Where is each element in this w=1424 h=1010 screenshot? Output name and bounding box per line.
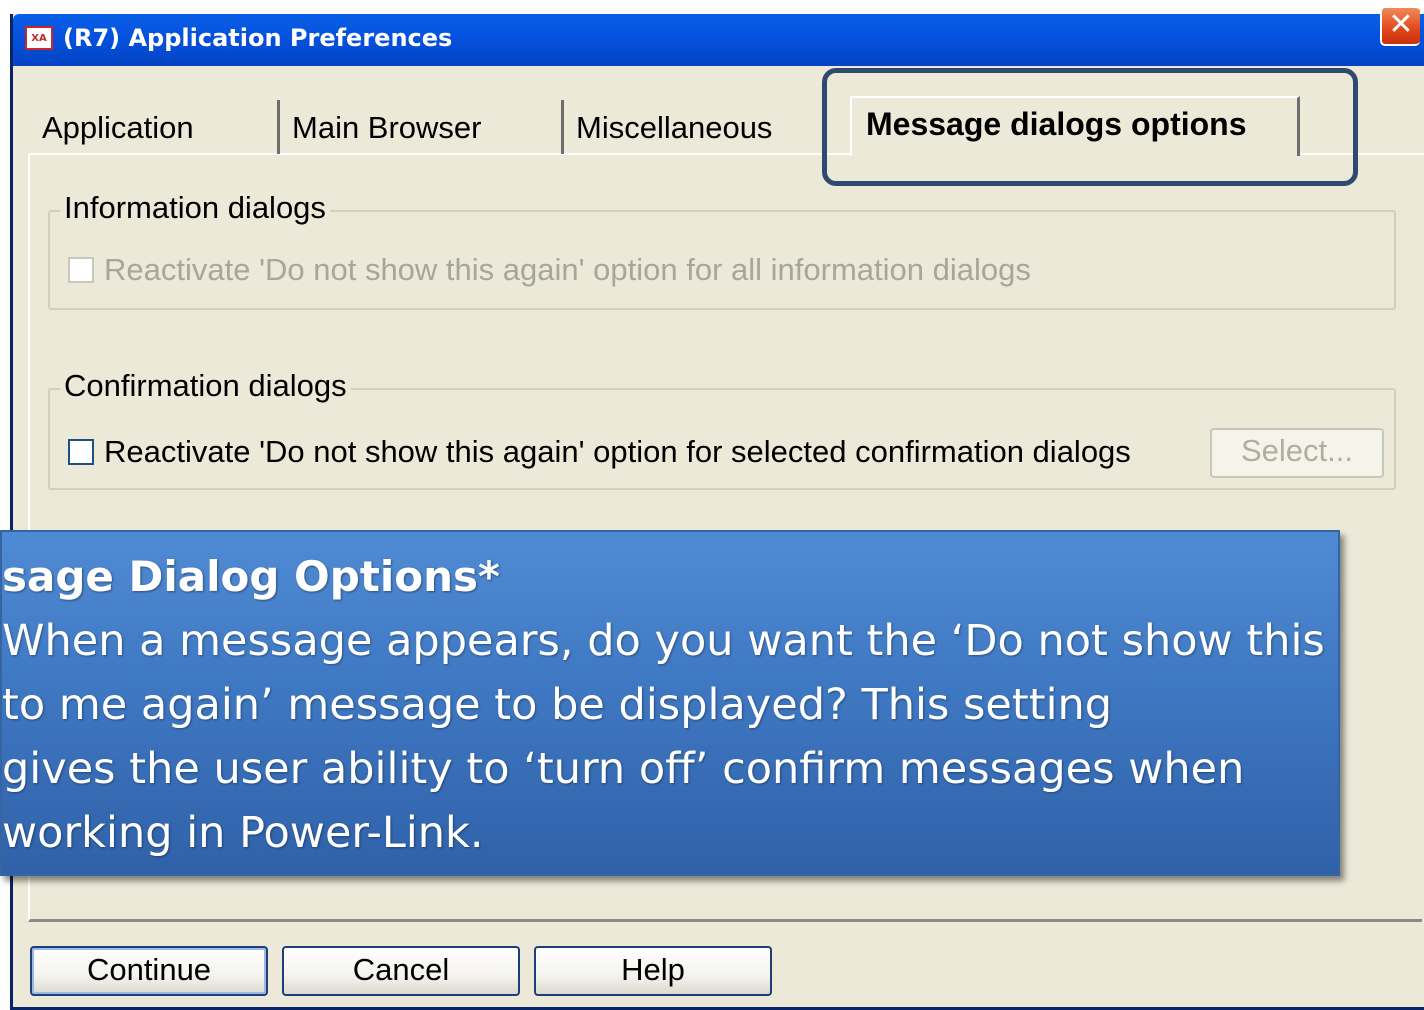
callout-line: working in Power-Link.	[2, 808, 484, 858]
confirmation-reactivate-label[interactable]: Reactivate 'Do not show this again' opti…	[104, 434, 1131, 470]
tab-application[interactable]: Application	[32, 100, 280, 154]
window-title: (R7) Application Preferences	[63, 24, 453, 52]
information-dialogs-legend: Information dialogs	[60, 190, 330, 226]
information-dialogs-group: Information dialogs Reactivate 'Do not s…	[48, 190, 1396, 310]
close-icon: ✕	[1388, 7, 1414, 42]
tab-main-browser[interactable]: Main Browser	[280, 100, 564, 154]
information-reactivate-checkbox	[68, 257, 94, 283]
confirmation-dialogs-legend: Confirmation dialogs	[60, 368, 351, 404]
callout-line: to me again’ message to be displayed? Th…	[2, 680, 1113, 730]
information-reactivate-option: Reactivate 'Do not show this again' opti…	[68, 252, 1031, 288]
callout-line: When a message appears, do you want the …	[2, 616, 1325, 666]
confirmation-dialogs-group: Confirmation dialogs Reactivate 'Do not …	[48, 368, 1396, 490]
close-button[interactable]: ✕	[1380, 6, 1420, 46]
tab-miscellaneous[interactable]: Miscellaneous	[564, 100, 844, 154]
callout-title: sage Dialog Options*	[2, 552, 501, 601]
information-reactivate-label: Reactivate 'Do not show this again' opti…	[104, 252, 1031, 287]
cancel-button[interactable]: Cancel	[282, 946, 520, 996]
help-button[interactable]: Help	[534, 946, 772, 996]
confirmation-reactivate-checkbox[interactable]	[68, 439, 94, 465]
app-icon: XA	[25, 26, 53, 50]
select-button: Select...	[1210, 428, 1384, 478]
callout-line: gives the user ability to ‘turn off’ con…	[2, 744, 1245, 794]
title-bar[interactable]: XA (R7) Application Preferences	[13, 14, 1424, 66]
message-dialog-options-callout: sage Dialog Options* When a message appe…	[0, 530, 1340, 876]
continue-button[interactable]: Continue	[30, 946, 268, 996]
active-tab-highlight	[822, 68, 1358, 186]
confirmation-reactivate-option[interactable]: Reactivate 'Do not show this again' opti…	[68, 434, 1131, 470]
